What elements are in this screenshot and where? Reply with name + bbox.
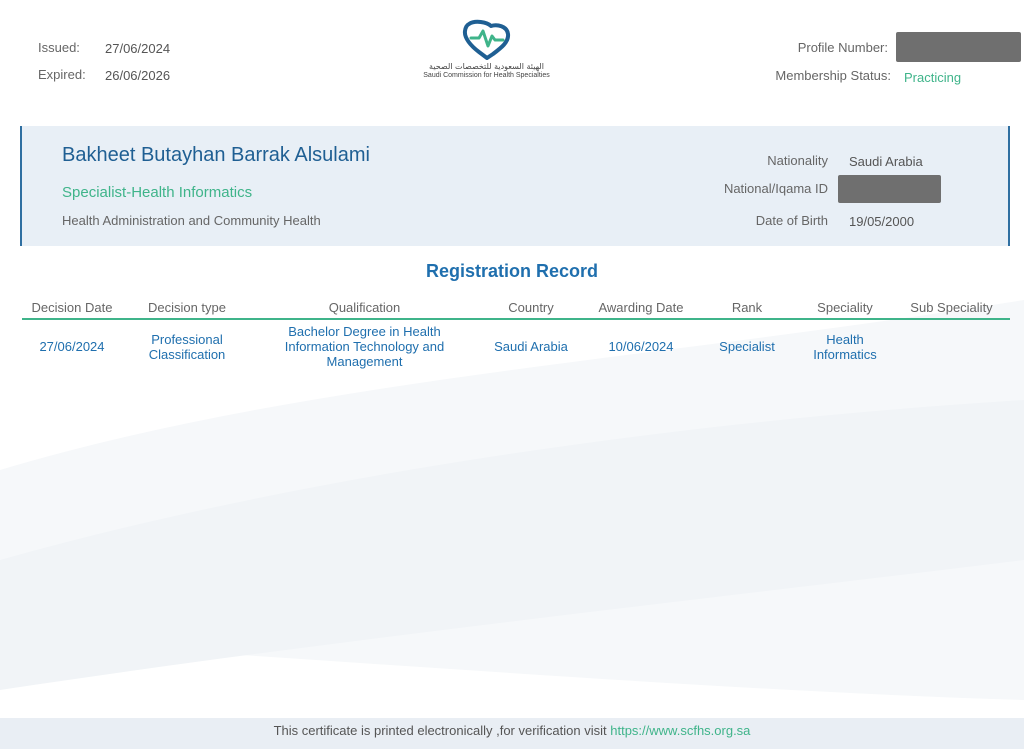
footer-bar: This certificate is printed electronical… [0, 718, 1024, 749]
heart-pulse-logo-icon [462, 19, 510, 60]
person-department: Health Administration and Community Heal… [62, 213, 321, 228]
col-header-rank: Rank [697, 296, 797, 320]
expired-date: 26/06/2026 [105, 68, 171, 83]
verification-link[interactable]: https://www.scfhs.org.sa [610, 723, 750, 738]
nationality-label: Nationality [767, 153, 828, 168]
cell-qualification: Bachelor Degree in Health Information Te… [284, 324, 445, 369]
profile-number-label: Profile Number: [797, 40, 888, 55]
col-header-speciality: Speciality [797, 296, 893, 320]
cell-decision-type: Professional Classification [148, 331, 226, 362]
col-header-sub-speciality: Sub Speciality [893, 296, 1010, 320]
background-swoosh [0, 300, 1024, 700]
person-title: Specialist-Health Informatics [62, 184, 253, 201]
table-row: 27/06/2024 Professional Classification B… [22, 319, 1010, 373]
logo-arabic-text: الهيئة السعودية للتخصصات الصحية [429, 62, 544, 71]
registration-table: Decision Date Decision type Qualificatio… [22, 296, 1010, 373]
cell-awarding-date: 10/06/2024 [608, 339, 674, 354]
cell-country: Saudi Arabia [494, 339, 568, 354]
dob-label: Date of Birth [755, 213, 828, 228]
cell-sub-speciality [893, 319, 1010, 373]
national-id-redacted [838, 175, 941, 203]
nationality-value: Saudi Arabia [849, 154, 923, 169]
cell-decision-date: 27/06/2024 [39, 339, 105, 354]
membership-status-value: Practicing [904, 70, 962, 85]
cell-rank: Specialist [719, 339, 775, 354]
registration-title: Registration Record [425, 261, 599, 281]
expired-label: Expired: [38, 67, 86, 82]
table-header-row: Decision Date Decision type Qualificatio… [22, 296, 1010, 320]
cell-speciality: Health Informatics [813, 331, 877, 362]
issued-date: 27/06/2024 [105, 41, 171, 56]
col-header-country: Country [477, 296, 585, 320]
issued-label: Issued: [38, 40, 80, 55]
col-header-decision-type: Decision type [122, 296, 252, 320]
national-id-label: National/Iqama ID [723, 181, 828, 196]
scfhs-logo: الهيئة السعودية للتخصصات الصحية Saudi Co… [404, 18, 569, 90]
profile-number-redacted [896, 32, 1021, 62]
footer-text: This certificate is printed electronical… [273, 723, 607, 738]
col-header-awarding-date: Awarding Date [585, 296, 697, 320]
membership-status-label: Membership Status: [775, 68, 891, 83]
dob-value: 19/05/2000 [849, 214, 915, 229]
col-header-qualification: Qualification [252, 296, 477, 320]
person-name: Bakheet Butayhan Barrak Alsulami [62, 144, 370, 166]
logo-english-text: Saudi Commission for Health Specialties [423, 72, 550, 79]
col-header-decision-date: Decision Date [22, 296, 122, 320]
